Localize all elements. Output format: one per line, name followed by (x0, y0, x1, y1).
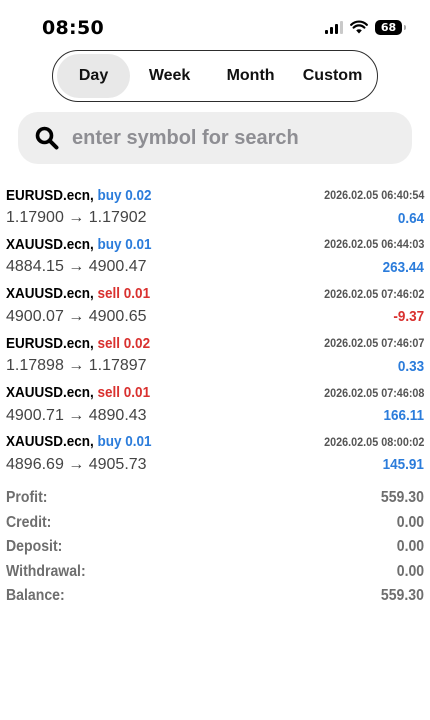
deal-row[interactable]: EURUSD.ecn, buy 0.02 2026.02.05 06:40:54… (6, 184, 424, 233)
deal-symbol: XAUUSD.ecn, (6, 433, 94, 451)
deal-prices: 4900.07 → 4900.65 (6, 307, 147, 325)
deal-row[interactable]: XAUUSD.ecn, buy 0.01 2026.02.05 08:00:02… (6, 431, 424, 480)
deal-row[interactable]: XAUUSD.ecn, sell 0.01 2026.02.05 07:46:0… (6, 283, 424, 332)
deal-prices: 4884.15 → 4900.47 (6, 258, 147, 276)
deal-prices: 4896.69 → 4905.73 (6, 455, 147, 473)
summary-value: 0.00 (396, 562, 424, 580)
tab-day[interactable]: Day (57, 54, 131, 98)
summary-row-deposit: Deposit: 0.00 (6, 535, 424, 560)
summary-label: Balance: (6, 587, 65, 605)
search-bar[interactable] (18, 112, 412, 164)
deal-row[interactable]: XAUUSD.ecn, sell 0.01 2026.02.05 07:46:0… (6, 382, 424, 431)
deal-prices: 1.17898 → 1.17897 (6, 357, 147, 375)
summary-row-profit: Profit: 559.30 (6, 486, 424, 511)
deal-profit: 0.33 (397, 357, 424, 375)
deal-row[interactable]: XAUUSD.ecn, buy 0.01 2026.02.05 06:44:03… (6, 233, 424, 282)
summary-row-withdrawal: Withdrawal: 0.00 (6, 560, 424, 585)
battery-level: 68 (380, 20, 397, 34)
deal-time: 2026.02.05 07:46:02 (323, 286, 424, 301)
deal-profit: 0.64 (397, 209, 424, 227)
deal-profit: 145.91 (382, 456, 424, 474)
deal-time: 2026.02.05 08:00:02 (323, 434, 424, 449)
deal-time: 2026.02.05 06:44:03 (323, 237, 424, 252)
search-icon (35, 126, 59, 150)
period-selector: Day Week Month Custom (52, 50, 378, 102)
deal-symbol: EURUSD.ecn, (6, 186, 94, 204)
deal-time: 2026.02.05 06:40:54 (323, 188, 424, 202)
signal-icon (325, 20, 343, 34)
summary-label: Withdrawal: (6, 562, 86, 580)
deal-side: buy 0.02 (97, 186, 152, 204)
summary-label: Credit: (6, 513, 52, 531)
tab-custom[interactable]: Custom (292, 54, 373, 98)
summary-value: 559.30 (380, 489, 424, 507)
summary-label: Deposit: (6, 538, 63, 556)
summary-label: Profit: (6, 489, 48, 507)
deal-symbol: EURUSD.ecn, (6, 334, 94, 352)
deal-side: sell 0.01 (97, 384, 151, 402)
status-icons: 68 (325, 19, 406, 35)
summary-value: 0.00 (396, 513, 424, 531)
summary-value: 0.00 (396, 538, 424, 556)
deal-prices: 1.17900 → 1.17902 (6, 209, 147, 226)
status-time: 08:50 (42, 17, 104, 39)
summary-row-balance: Balance: 559.30 (6, 584, 424, 609)
deal-time: 2026.02.05 07:46:08 (323, 385, 424, 400)
deal-symbol: XAUUSD.ecn, (6, 285, 94, 303)
summary-value: 559.30 (380, 587, 424, 605)
deals-list: EURUSD.ecn, buy 0.02 2026.02.05 06:40:54… (6, 184, 424, 480)
deal-profit: 263.44 (382, 258, 424, 276)
wifi-icon (350, 20, 368, 34)
tab-week[interactable]: Week (130, 54, 209, 98)
deal-symbol: XAUUSD.ecn, (6, 235, 94, 253)
summary-panel: Profit: 559.30 Credit: 0.00 Deposit: 0.0… (6, 486, 424, 609)
deal-side: buy 0.01 (97, 433, 152, 451)
deal-symbol: XAUUSD.ecn, (6, 384, 94, 402)
deal-side: sell 0.02 (97, 334, 151, 352)
deal-profit: -9.37 (393, 308, 424, 326)
deal-side: buy 0.01 (97, 235, 152, 253)
deal-profit: 166.11 (383, 407, 424, 425)
deal-row[interactable]: EURUSD.ecn, sell 0.02 2026.02.05 07:46:0… (6, 332, 424, 381)
search-input[interactable] (72, 126, 392, 150)
status-bar: 08:50 68 (0, 0, 430, 52)
tab-month[interactable]: Month (209, 54, 292, 98)
battery-icon: 68 (375, 19, 406, 35)
summary-row-credit: Credit: 0.00 (6, 511, 424, 536)
deal-side: sell 0.01 (97, 285, 151, 303)
deal-time: 2026.02.05 07:46:07 (323, 336, 424, 351)
deal-prices: 4900.71 → 4890.43 (6, 406, 147, 424)
